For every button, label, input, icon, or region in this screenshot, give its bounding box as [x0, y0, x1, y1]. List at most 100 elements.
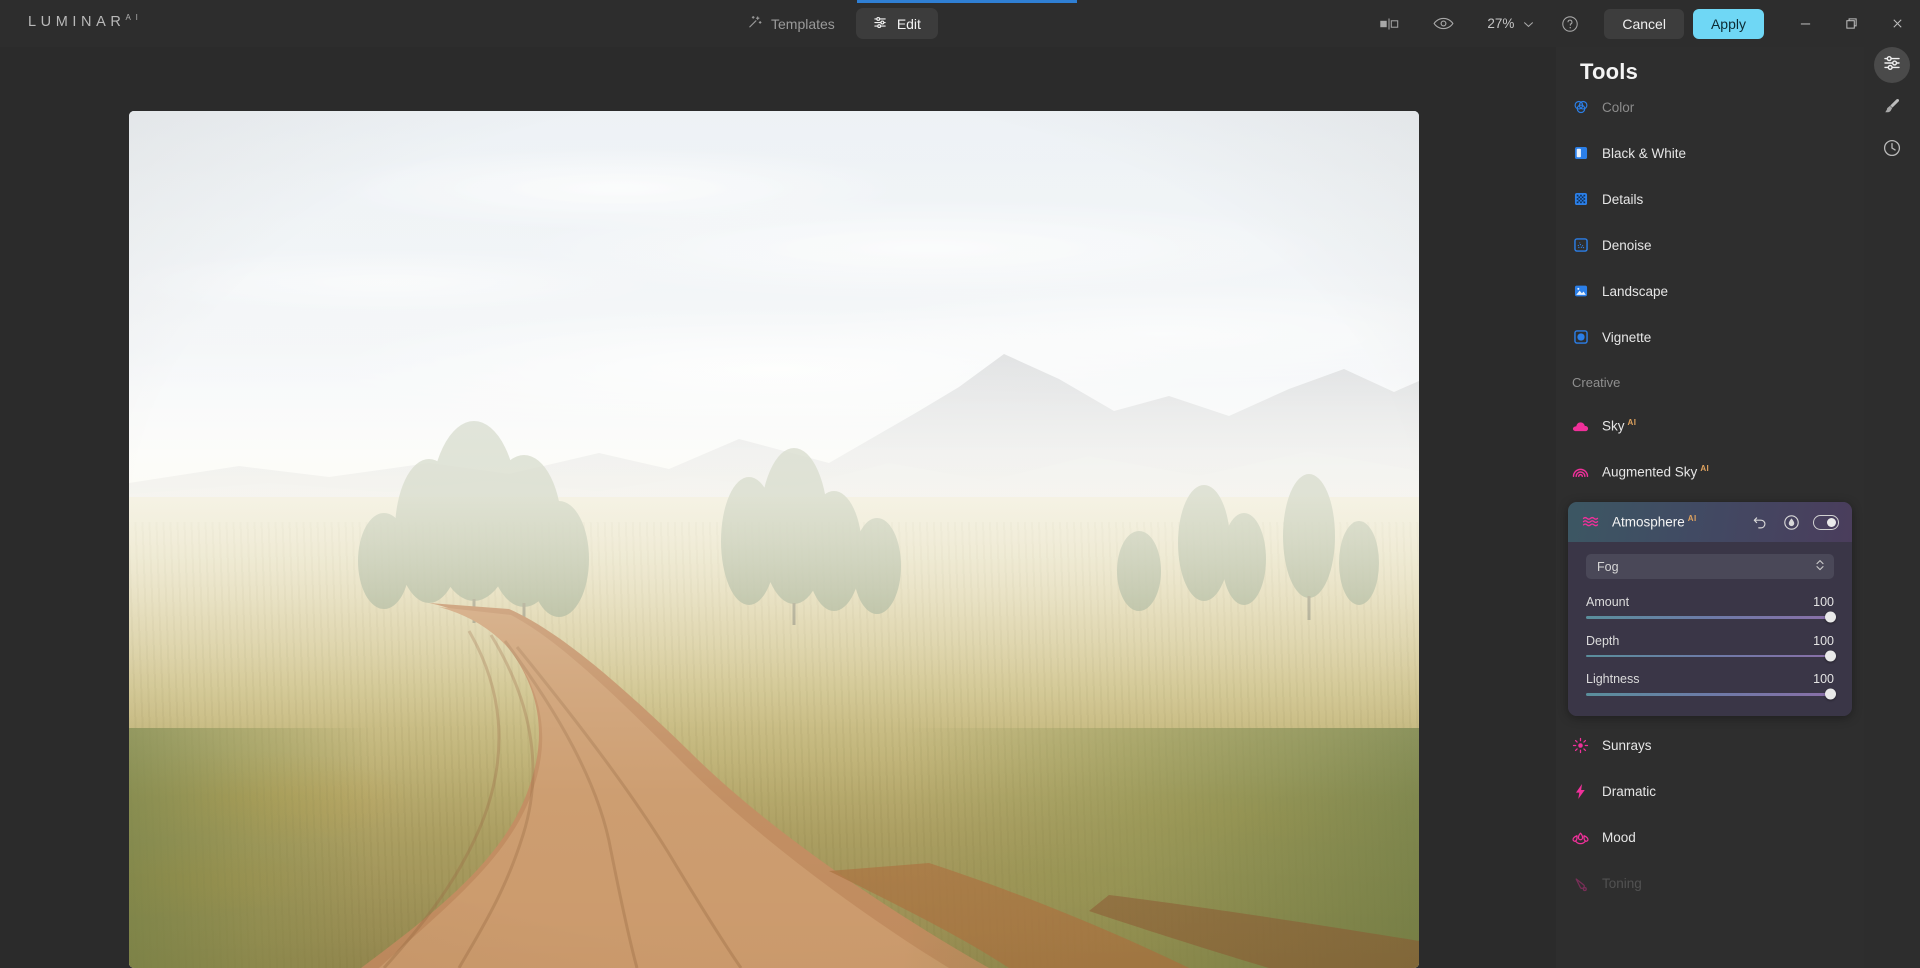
tool-item-vignette-label: Vignette — [1602, 329, 1652, 345]
slider-lightness-knob[interactable] — [1825, 688, 1836, 700]
rail-button-history[interactable] — [1874, 132, 1910, 168]
slider-lightness-track[interactable] — [1586, 688, 1836, 700]
slider-depth-track[interactable] — [1586, 650, 1836, 662]
denoise-grain-icon — [1572, 237, 1589, 254]
apply-button[interactable]: Apply — [1692, 8, 1764, 39]
undo-arrow-icon[interactable] — [1749, 511, 1771, 533]
tab-templates-label: Templates — [771, 15, 835, 32]
right-icon-rail — [1864, 47, 1920, 968]
cancel-button-label: Cancel — [1622, 15, 1666, 32]
tool-item-sunrays-label: Sunrays — [1602, 738, 1652, 753]
tool-item-sky-text: Sky — [1602, 418, 1625, 434]
sun-burst-icon — [1572, 737, 1589, 754]
window-minimize-icon[interactable] — [1782, 0, 1828, 47]
mode-tabs: Templates Edit — [730, 7, 938, 40]
slider-lightness-value: 100 — [1813, 672, 1834, 686]
slider-amount-value: 100 — [1813, 595, 1834, 609]
window-restore-icon[interactable] — [1828, 0, 1874, 47]
slider-depth-header: Depth 100 — [1586, 634, 1834, 648]
tool-item-augmented-sky-label: Augmented Sky AI — [1602, 464, 1709, 480]
waves-icon — [1582, 514, 1599, 531]
atmosphere-card-header[interactable]: Atmosphere AI — [1568, 502, 1852, 542]
tool-item-toning[interactable]: Toning — [1556, 868, 1864, 900]
slider-amount-track[interactable] — [1586, 611, 1836, 623]
mask-brush-icon[interactable] — [1780, 511, 1802, 533]
color-circles-icon — [1572, 99, 1589, 116]
tool-item-mood[interactable]: Mood — [1556, 822, 1864, 854]
atmosphere-tool-card: Atmosphere AI Fog Amount 100 Depth 100 L… — [1568, 502, 1852, 716]
photo-vignette-layer — [129, 111, 1419, 968]
slider-depth-label: Depth — [1586, 633, 1620, 648]
atmosphere-effect-select[interactable]: Fog — [1586, 554, 1834, 579]
tools-panel: Tools Color Black & White Details Denois… — [1556, 47, 1864, 968]
tab-edit[interactable]: Edit — [855, 8, 938, 39]
zoom-level-value: 27% — [1487, 16, 1515, 31]
tool-item-dramatic[interactable]: Dramatic — [1556, 776, 1864, 808]
canvas-area — [0, 47, 1566, 968]
slider-depth-value: 100 — [1813, 633, 1834, 648]
tools-panel-scroll-region[interactable]: Color Black & White Details Denoise Land… — [1556, 99, 1864, 968]
tool-item-denoise[interactable]: Denoise — [1556, 229, 1864, 261]
chevron-down-icon — [1523, 16, 1534, 31]
landscape-picture-icon — [1572, 283, 1589, 300]
history-clock-icon — [1882, 138, 1902, 163]
tool-item-details[interactable]: Details — [1556, 183, 1864, 215]
tool-item-landscape[interactable]: Landscape — [1556, 275, 1864, 307]
tool-item-sunrays[interactable]: Sunrays — [1556, 730, 1864, 762]
tool-item-black-and-white[interactable]: Black & White — [1556, 137, 1864, 169]
section-header-creative: Creative — [1572, 375, 1621, 390]
tool-item-details-label: Details — [1602, 191, 1644, 207]
tab-templates[interactable]: Templates — [730, 8, 852, 39]
tool-item-color[interactable]: Color — [1556, 99, 1864, 123]
tool-item-landscape-label: Landscape — [1602, 283, 1669, 299]
tool-item-color-label: Color — [1602, 99, 1635, 115]
compare-split-icon[interactable] — [1369, 4, 1409, 44]
atmosphere-card-body: Fog Amount 100 Depth 100 Lightness 100 — [1568, 542, 1852, 716]
tool-item-black-and-white-label: Black & White — [1602, 145, 1687, 161]
edited-photo[interactable] — [129, 111, 1419, 968]
atmosphere-enable-toggle[interactable] — [1813, 514, 1839, 530]
toning-flask-icon — [1572, 875, 1589, 892]
lotus-flower-icon — [1572, 829, 1589, 846]
page-title: Tools — [1580, 59, 1639, 84]
window-controls — [1782, 0, 1920, 47]
rail-button-adjustments[interactable] — [1874, 47, 1910, 83]
slider-depth-knob[interactable] — [1825, 650, 1836, 662]
apply-button-label: Apply — [1710, 15, 1746, 32]
arc-rainbow-icon — [1572, 464, 1589, 481]
sliders-icon — [873, 15, 888, 33]
cloud-icon — [1572, 418, 1589, 435]
slider-depth: Depth 100 — [1586, 634, 1836, 662]
luminar-app-window: LUMINARA I Templates Edit 27% Cancel App… — [0, 0, 1920, 968]
app-logo-text: LUMINAR — [28, 13, 126, 30]
tool-item-vignette[interactable]: Vignette — [1556, 321, 1864, 353]
zoom-level-control[interactable]: 27% — [1477, 16, 1540, 31]
slider-amount-label: Amount — [1586, 595, 1630, 609]
details-checker-icon — [1572, 191, 1589, 208]
app-logo: LUMINARA I — [28, 13, 139, 30]
slider-amount-knob[interactable] — [1825, 611, 1836, 623]
tool-item-mood-label: Mood — [1602, 830, 1636, 845]
window-close-icon[interactable] — [1874, 0, 1920, 47]
ai-badge: AI — [1687, 514, 1697, 524]
tool-item-sky-label: Sky AI — [1602, 418, 1636, 434]
slider-amount-header: Amount 100 — [1586, 595, 1834, 609]
rail-button-brush[interactable] — [1874, 90, 1910, 126]
adjustments-sliders-icon — [1882, 53, 1902, 78]
question-circle-icon[interactable] — [1550, 4, 1590, 44]
lightning-bolt-icon — [1572, 783, 1589, 800]
atmosphere-effect-value: Fog — [1597, 559, 1619, 574]
ai-badge: AI — [1627, 418, 1637, 428]
slider-amount: Amount 100 — [1586, 595, 1836, 623]
chevron-updown-icon — [1815, 558, 1825, 575]
top-toolbar: LUMINARA I Templates Edit 27% Cancel App… — [0, 0, 1920, 47]
atmosphere-title: Atmosphere AI — [1612, 514, 1740, 530]
tool-item-augmented-sky[interactable]: Augmented Sky AI — [1556, 456, 1864, 488]
brush-icon — [1882, 96, 1902, 121]
vignette-circle-icon — [1572, 329, 1589, 346]
tool-item-denoise-label: Denoise — [1602, 237, 1652, 253]
eye-icon[interactable] — [1423, 4, 1463, 44]
cancel-button[interactable]: Cancel — [1604, 8, 1684, 39]
tool-item-sky[interactable]: Sky AI — [1556, 410, 1864, 442]
tab-edit-label: Edit — [896, 15, 921, 32]
